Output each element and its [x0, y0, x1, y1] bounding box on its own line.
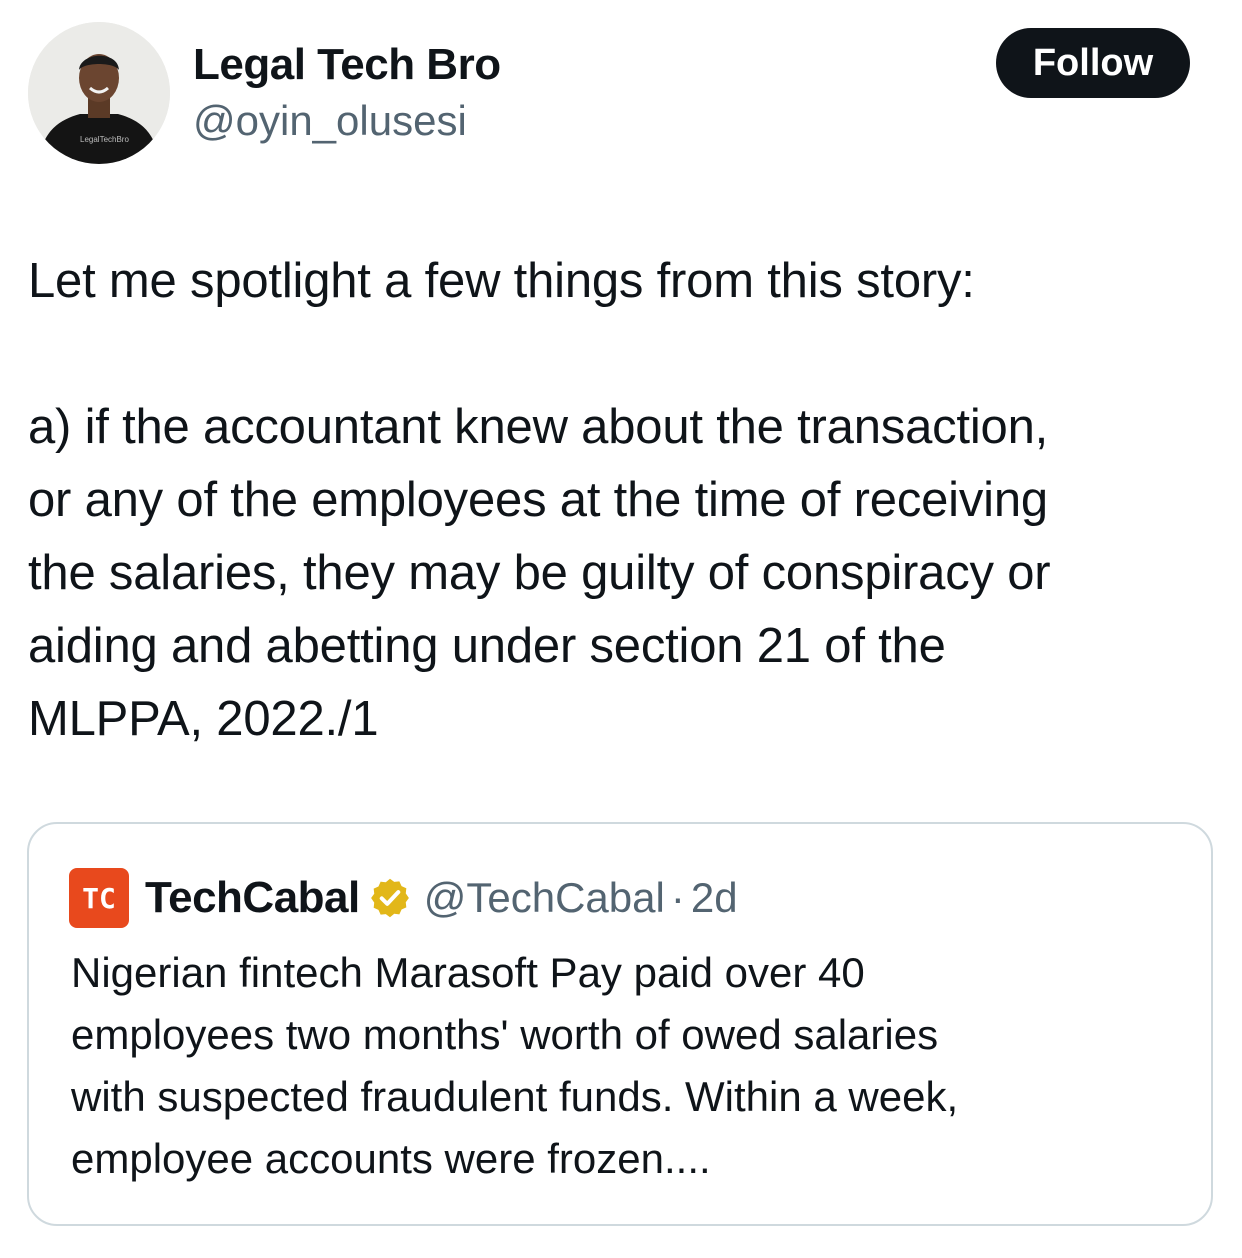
author-display-name[interactable]: Legal Tech Bro — [193, 40, 501, 90]
tweet-header: LegalTechBro Legal Tech Bro @oyin_oluses… — [28, 22, 1214, 164]
separator-dot: · — [670, 874, 685, 921]
author-avatar[interactable]: LegalTechBro — [28, 22, 170, 164]
tweet-line: a) if the accountant knew about the tran… — [28, 400, 1049, 454]
avatar-shirt-text: LegalTechBro — [80, 135, 129, 144]
tweet-line: the salaries, they may be guilty of cons… — [28, 546, 1051, 600]
quote-line: employee accounts were frozen.... — [71, 1135, 711, 1182]
techcabal-logo-icon: TC — [69, 868, 129, 928]
tweet-line: Let me spotlight a few things from this … — [28, 254, 975, 308]
quoted-author-handle[interactable]: @TechCabal — [424, 874, 665, 922]
author-info: Legal Tech Bro @oyin_olusesi — [193, 40, 501, 146]
quote-line: with suspected fraudulent funds. Within … — [71, 1073, 959, 1120]
quoted-tweet-text: Nigerian fintech Marasoft Pay paid over … — [71, 942, 1181, 1190]
quoted-timestamp[interactable]: 2d — [691, 874, 738, 922]
tweet-line: MLPPA, 2022./1 — [28, 692, 379, 746]
avatar-image: LegalTechBro — [28, 22, 170, 164]
quoted-author-name[interactable]: TechCabal — [145, 873, 360, 923]
follow-button[interactable]: Follow — [996, 28, 1190, 98]
quote-line: employees two months' worth of owed sala… — [71, 1011, 939, 1058]
tweet-line: or any of the employees at the time of r… — [28, 473, 1048, 527]
quote-line: Nigerian fintech Marasoft Pay paid over … — [71, 949, 865, 996]
author-handle[interactable]: @oyin_olusesi — [193, 96, 501, 146]
tweet-line: aiding and abetting under section 21 of … — [28, 619, 946, 673]
quoted-tweet-card[interactable]: TC TechCabal @TechCabal · 2d Nigerian fi… — [27, 822, 1213, 1226]
quoted-tweet-header: TC TechCabal @TechCabal · 2d — [69, 868, 738, 928]
tweet-text: Let me spotlight a few things from this … — [28, 245, 1214, 756]
verified-badge-icon — [368, 876, 412, 920]
